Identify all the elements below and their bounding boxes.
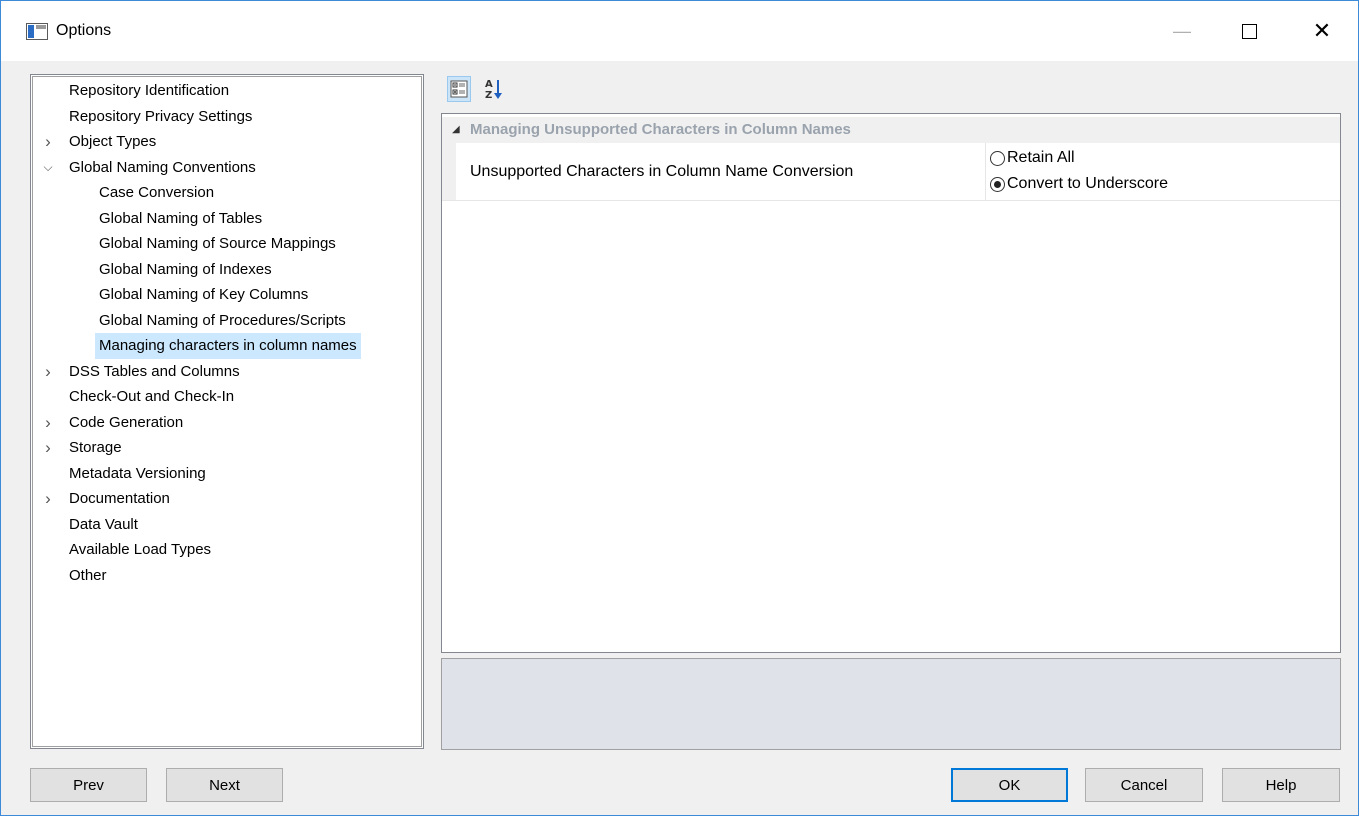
maximize-button[interactable]	[1226, 11, 1272, 51]
tree-item[interactable]: › DSS Tables and Columns	[31, 359, 423, 385]
tree-item[interactable]: Repository Identification	[31, 78, 423, 104]
chevron-right-icon[interactable]: ›	[41, 486, 55, 512]
tree-item-label: Documentation	[69, 490, 170, 507]
tree-item-label: Check-Out and Check-In	[69, 388, 235, 405]
ok-button[interactable]: OK	[951, 768, 1068, 802]
tree-item-label: Global Naming of Indexes	[99, 260, 272, 278]
close-button[interactable]: ✕	[1299, 11, 1345, 51]
radio-label: Convert to Underscore	[1007, 175, 1168, 192]
svg-text:A: A	[485, 79, 493, 90]
chevron-right-icon[interactable]: ›	[41, 129, 55, 155]
tree-item-label: Object Types	[69, 133, 157, 150]
tree-item[interactable]: › Object Types	[31, 129, 423, 155]
description-pane	[441, 658, 1341, 750]
tree-item[interactable]: Global Naming of Procedures/Scripts	[31, 308, 423, 334]
tree-item[interactable]: Global Naming of Source Mappings	[31, 231, 423, 257]
window-app-icon	[26, 23, 48, 40]
tree-item-label: Global Naming of Source Mappings	[99, 235, 336, 252]
collapse-triangle-icon[interactable]: ◢	[452, 117, 460, 143]
tree-item-label: Available Load Types	[69, 541, 212, 558]
radio-icon	[990, 176, 1005, 192]
chevron-right-icon[interactable]: ›	[41, 410, 55, 436]
tree-item[interactable]: Global Naming of Tables	[31, 206, 423, 232]
tree-item-label: Other	[69, 566, 107, 584]
tree-item-label: Data Vault	[69, 515, 138, 533]
tree-item[interactable]: › Documentation	[31, 486, 423, 512]
close-icon: ✕	[1312, 18, 1332, 43]
tree-item-label: Global Naming of Key Columns	[99, 286, 309, 303]
help-button[interactable]: Help	[1222, 768, 1340, 802]
chevron-down-icon[interactable]: ⌵	[41, 155, 55, 181]
tree-item-label: Code Generation	[69, 413, 184, 431]
radio-convert-to-underscore[interactable]: Convert to Underscore	[990, 173, 1168, 195]
title-bar[interactable]: Options — ✕	[1, 1, 1358, 61]
sort-alphabetical-icon: A Z	[485, 79, 502, 101]
tree-item[interactable]: Data Vault	[31, 512, 423, 538]
tree-item-label: Storage	[69, 439, 122, 456]
tree-item[interactable]: Metadata Versioning	[31, 461, 423, 487]
tree-item[interactable]: Available Load Types	[31, 537, 423, 563]
minimize-button[interactable]: —	[1159, 11, 1205, 51]
categorized-view-icon	[450, 80, 468, 98]
property-gutter	[442, 143, 456, 200]
tree-item-label: Managing characters in column names	[95, 333, 361, 359]
next-button[interactable]: Next	[166, 768, 283, 802]
options-dialog: Options — ✕ Repository Identification Rep…	[0, 0, 1359, 816]
tree-item[interactable]: Repository Privacy Settings	[31, 104, 423, 130]
window-title: Options	[56, 22, 112, 39]
property-name: Unsupported Characters in Column Name Co…	[470, 163, 854, 180]
property-divider[interactable]	[985, 143, 986, 200]
tree-item-label: Global Naming Conventions	[69, 158, 256, 176]
tree-item-label: Global Naming of Procedures/Scripts	[99, 311, 346, 329]
category-label: Managing Unsupported Characters in Colum…	[470, 121, 851, 138]
maximize-icon	[1241, 23, 1257, 39]
tree-item-label: Repository Privacy Settings	[69, 107, 253, 125]
tree-item[interactable]: Check-Out and Check-In	[31, 384, 423, 410]
categorized-view-button[interactable]	[447, 76, 471, 102]
tree-item-label: Metadata Versioning	[69, 464, 206, 482]
tree-item-label: Global Naming of Tables	[99, 209, 263, 227]
tree-item[interactable]: Case Conversion	[31, 180, 423, 206]
cancel-button[interactable]: Cancel	[1085, 768, 1203, 802]
tree-item[interactable]: Other	[31, 563, 423, 589]
tree-item[interactable]: › Code Generation	[31, 410, 423, 436]
radio-icon	[990, 150, 1005, 166]
minimize-icon: —	[1173, 20, 1191, 41]
tree-item-label: Repository Identification	[69, 82, 230, 99]
tree-item[interactable]: Managing characters in column names	[31, 333, 423, 359]
tree-item[interactable]: ⌵ Global Naming Conventions	[31, 155, 423, 181]
alphabetical-sort-button[interactable]: A Z	[482, 76, 506, 102]
svg-text:Z: Z	[485, 90, 492, 101]
property-grid[interactable]: ◢ Managing Unsupported Characters in Col…	[441, 113, 1341, 653]
prev-button[interactable]: Prev	[30, 768, 147, 802]
options-tree-panel[interactable]: Repository Identification Repository Priv…	[30, 74, 424, 749]
tree-item[interactable]: › Storage	[31, 435, 423, 461]
tree-item-label: Case Conversion	[99, 184, 215, 201]
tree-item-label: DSS Tables and Columns	[69, 362, 240, 380]
radio-label: Retain All	[1007, 149, 1075, 166]
tree-item[interactable]: Global Naming of Indexes	[31, 257, 423, 283]
chevron-right-icon[interactable]: ›	[41, 359, 55, 385]
property-row: Unsupported Characters in Column Name Co…	[442, 143, 1340, 201]
tree-item[interactable]: Global Naming of Key Columns	[31, 282, 423, 308]
property-category-header[interactable]: ◢ Managing Unsupported Characters in Col…	[442, 117, 1340, 143]
chevron-right-icon[interactable]: ›	[41, 435, 55, 461]
options-tree: Repository Identification Repository Priv…	[31, 75, 423, 588]
radio-retain-all[interactable]: Retain All	[990, 147, 1075, 169]
